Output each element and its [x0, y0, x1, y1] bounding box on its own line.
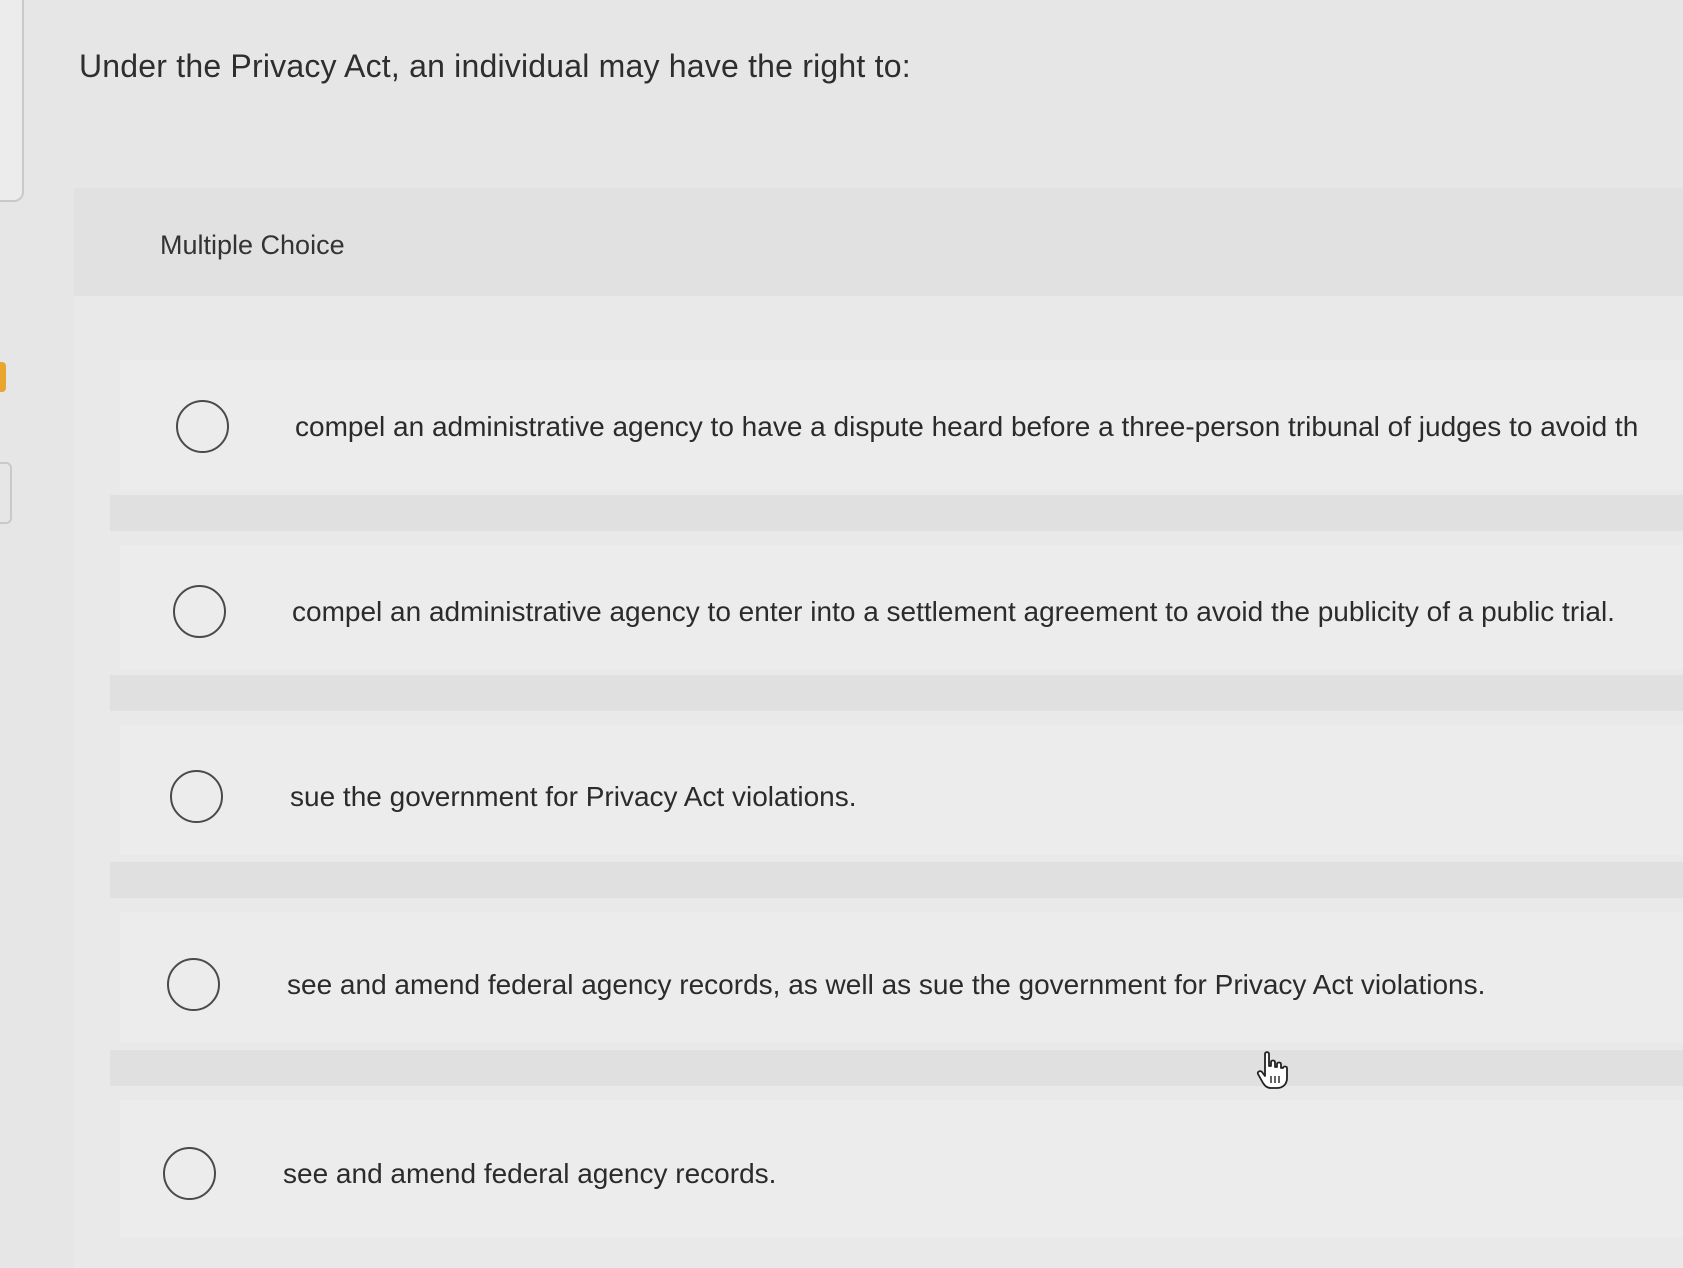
answer-option-1[interactable]: compel an administrative agency to have …: [0, 385, 1683, 465]
radio-button-icon[interactable]: [173, 585, 226, 638]
multiple-choice-label: Multiple Choice: [160, 230, 345, 260]
answer-option-2[interactable]: compel an administrative agency to enter…: [0, 570, 1683, 650]
answer-option-5[interactable]: see and amend federal agency records.: [0, 1132, 1683, 1212]
left-frame-tab: [0, 462, 12, 524]
radio-button-icon[interactable]: [163, 1147, 216, 1200]
option-separator: [110, 495, 1683, 531]
answer-option-4-text: see and amend federal agency records, as…: [287, 969, 1486, 1000]
answer-option-2-text: compel an administrative agency to enter…: [292, 596, 1615, 627]
answer-option-4[interactable]: see and amend federal agency records, as…: [0, 943, 1683, 1023]
hand-pointer-cursor-icon: [1256, 1051, 1288, 1089]
answer-option-3[interactable]: sue the government for Privacy Act viola…: [0, 755, 1683, 835]
radio-button-icon[interactable]: [170, 770, 223, 823]
question-text: Under the Privacy Act, an individual may…: [79, 48, 911, 84]
answer-option-5-text: see and amend federal agency records.: [283, 1158, 777, 1189]
radio-button-icon[interactable]: [167, 958, 220, 1011]
left-frame-edge: [0, 0, 24, 202]
answer-option-3-text: sue the government for Privacy Act viola…: [290, 781, 857, 812]
answer-option-1-text: compel an administrative agency to have …: [295, 411, 1639, 442]
radio-button-icon[interactable]: [176, 400, 229, 453]
option-separator: [110, 862, 1683, 898]
option-separator: [110, 675, 1683, 711]
option-separator: [110, 1050, 1683, 1086]
